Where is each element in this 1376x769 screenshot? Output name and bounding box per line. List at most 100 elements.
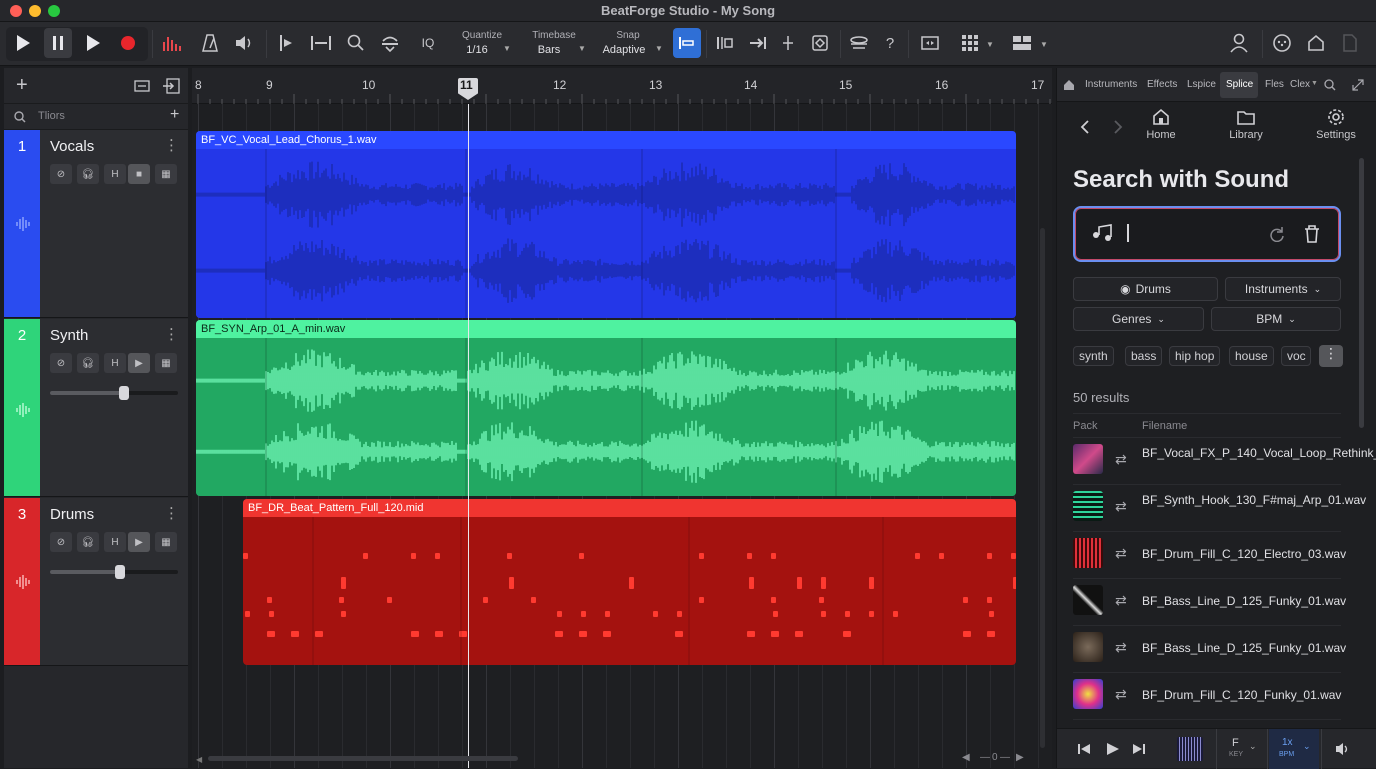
vertical-scrollbar[interactable] <box>1040 228 1045 748</box>
midi-note[interactable] <box>939 553 944 559</box>
split-tool-button[interactable] <box>271 28 299 58</box>
input-monitor-button[interactable]: H <box>104 164 126 184</box>
midi-note[interactable] <box>795 631 803 637</box>
automation-button[interactable] <box>806 28 834 58</box>
fit-window-button[interactable] <box>916 28 944 58</box>
monitor-headphones-button[interactable]: 🎧︎ <box>77 532 99 552</box>
midi-note[interactable] <box>843 631 851 637</box>
pack-thumbnail[interactable] <box>1073 632 1103 662</box>
tabs-chevron-down-icon[interactable]: ▼ <box>1311 80 1318 87</box>
tag-chip[interactable]: hip hop <box>1169 346 1221 366</box>
tag-chip[interactable]: voc <box>1281 346 1311 366</box>
midi-note[interactable] <box>1011 553 1016 559</box>
refresh-icon[interactable] <box>1269 226 1285 242</box>
track-menu-button[interactable]: ⋮ <box>164 136 179 154</box>
timebase-value[interactable]: Bars <box>524 44 574 56</box>
scroll-left-icon[interactable]: ◀ <box>196 755 202 764</box>
layout-chevron-down-icon[interactable]: ▼ <box>1040 40 1048 49</box>
midi-note[interactable] <box>483 597 488 603</box>
grid-view-button[interactable] <box>956 28 984 58</box>
track-filter-input[interactable]: Tliors <box>38 110 65 122</box>
tag-chip[interactable]: bass <box>1125 346 1163 366</box>
search-with-sound-box[interactable] <box>1073 206 1341 262</box>
playhead-line[interactable] <box>468 104 469 768</box>
bpm-control[interactable] <box>1269 729 1319 769</box>
tab-effects[interactable]: Effects <box>1147 79 1177 90</box>
midi-note[interactable] <box>677 611 682 617</box>
play-button[interactable] <box>9 28 37 58</box>
midi-note[interactable] <box>269 611 274 617</box>
result-row[interactable]: ⇄ BF_Vocal_FX_P_140_Vocal_Loop_Rethink_0… <box>1073 438 1376 485</box>
nav-settings[interactable]: Settings <box>1311 108 1361 141</box>
midi-note[interactable] <box>555 631 563 637</box>
track-name[interactable]: Vocals <box>50 138 94 155</box>
midi-note[interactable] <box>291 631 299 637</box>
pack-thumbnail[interactable] <box>1073 491 1103 521</box>
snap-chevron-down-icon[interactable]: ▼ <box>655 44 663 53</box>
midi-note[interactable] <box>531 597 536 603</box>
midi-note[interactable] <box>459 631 467 637</box>
play-from-start-button[interactable] <box>79 28 107 58</box>
play-track-button[interactable]: ▶ <box>128 532 150 552</box>
volume-slider[interactable] <box>50 565 178 579</box>
midi-note[interactable] <box>819 597 824 603</box>
iq-button[interactable]: IQ <box>414 28 442 58</box>
more-tags-button[interactable]: ⋮ <box>1319 345 1343 367</box>
expand-icon[interactable] <box>1352 79 1364 91</box>
user-account-button[interactable] <box>1225 28 1253 58</box>
layout-button[interactable] <box>1008 28 1036 58</box>
midi-note[interactable] <box>653 611 658 617</box>
midi-note[interactable] <box>915 553 920 559</box>
midi-note[interactable] <box>339 597 344 603</box>
midi-note[interactable] <box>987 631 995 637</box>
metronome-button[interactable] <box>196 28 224 58</box>
grid-chevron-down-icon[interactable]: ▼ <box>986 40 994 49</box>
panel-scrollbar[interactable] <box>1359 158 1364 428</box>
scroll-left-icon[interactable]: ◀ <box>962 752 970 763</box>
forward-arrow-icon[interactable] <box>1112 120 1124 134</box>
search-icon[interactable] <box>1324 79 1336 91</box>
audio-clip-synth[interactable]: BF_SYN_Arp_01_A_min.wav <box>196 320 1016 496</box>
midi-note[interactable] <box>315 631 323 637</box>
midi-note[interactable] <box>771 631 779 637</box>
zoom-control[interactable]: ◀ — 0 — ▶ <box>962 752 1042 764</box>
midi-note[interactable] <box>869 611 874 617</box>
browser-toggle-button[interactable] <box>845 28 873 58</box>
midi-note[interactable] <box>1013 577 1016 589</box>
stretch-tool-button[interactable] <box>307 28 335 58</box>
midi-note[interactable] <box>507 553 512 559</box>
arrangement-view[interactable]: 8 9 10 11 12 13 14 15 16 17 BF_VC_Vocal_… <box>192 68 1052 768</box>
tab-instruments[interactable]: Instruments <box>1085 79 1137 90</box>
track-options-button[interactable] <box>134 78 150 97</box>
midi-note[interactable] <box>579 553 584 559</box>
home-button[interactable] <box>1302 28 1330 58</box>
volume-slider-knob[interactable] <box>119 386 130 400</box>
midi-note[interactable] <box>987 553 992 559</box>
midi-note[interactable] <box>557 611 562 617</box>
track-menu-button[interactable]: ⋮ <box>164 325 179 343</box>
pack-thumbnail[interactable] <box>1073 585 1103 615</box>
midi-note[interactable] <box>771 553 776 559</box>
audio-clip-vocals[interactable]: BF_VC_Vocal_Lead_Chorus_1.wav <box>196 131 1016 318</box>
midi-note[interactable] <box>797 577 802 589</box>
track-name[interactable]: Synth <box>50 327 88 344</box>
tab-splice[interactable]: Splice <box>1226 79 1253 90</box>
pack-thumbnail[interactable] <box>1073 444 1103 474</box>
input-monitor-button[interactable]: H <box>104 353 126 373</box>
timebase-chevron-down-icon[interactable]: ▼ <box>578 44 586 53</box>
midi-note[interactable] <box>267 631 275 637</box>
skip-forward-icon[interactable] <box>1132 743 1146 755</box>
result-row[interactable]: ⇄ BF_Drum_Fill_C_120_Electro_03.wav <box>1073 532 1346 579</box>
mute-button[interactable]: ⊘ <box>50 532 72 552</box>
punch-button[interactable] <box>744 28 772 58</box>
midi-note[interactable] <box>435 631 443 637</box>
key-value[interactable]: F <box>1232 737 1239 749</box>
midi-note[interactable] <box>629 577 634 589</box>
home-icon[interactable] <box>1063 79 1075 91</box>
midi-note[interactable] <box>363 553 368 559</box>
midi-note[interactable] <box>605 611 610 617</box>
volume-slider[interactable] <box>50 386 178 400</box>
track-name[interactable]: Drums <box>50 506 94 523</box>
midi-note[interactable] <box>603 631 611 637</box>
track-synth[interactable]: 2 Synth ⋮ ⊘ 🎧︎ H ▶ ▦ <box>4 319 188 497</box>
